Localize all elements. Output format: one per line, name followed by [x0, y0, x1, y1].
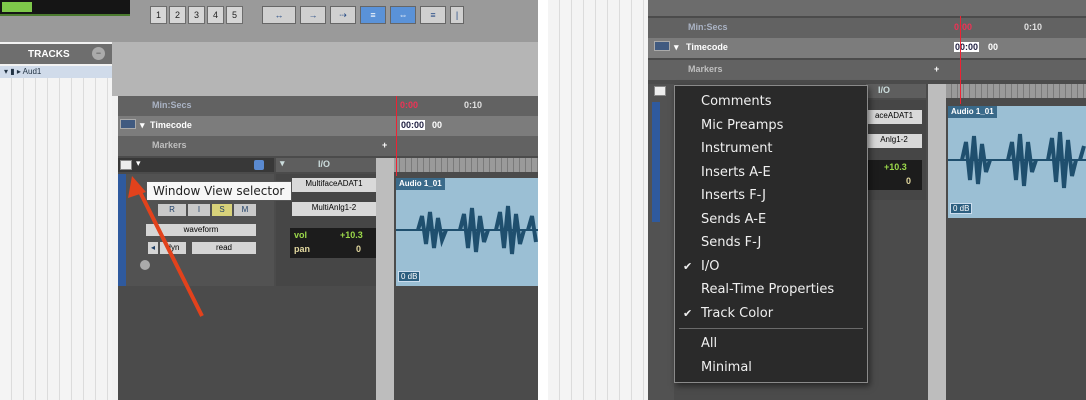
- add-marker-icon[interactable]: +: [934, 64, 939, 74]
- menu-item-sends-a-e[interactable]: Sends A-E: [675, 208, 867, 232]
- ruler-tick-0: 0:00: [954, 22, 973, 32]
- timecode-ruler-label: Timecode: [686, 42, 728, 52]
- input-selector[interactable]: aceADAT1: [866, 110, 922, 124]
- ruler-expand-icon[interactable]: ▾: [674, 42, 679, 53]
- window-view-menu: Comments Mic Preamps Instrument Inserts …: [674, 85, 868, 383]
- menu-separator: [679, 328, 863, 329]
- track-color-strip: [652, 102, 660, 222]
- menu-check-icon: ✔: [683, 259, 693, 273]
- volume-value[interactable]: +10.3: [884, 162, 907, 172]
- timecode-ruler: ▾ Timecode 00:00 00: [648, 38, 1086, 58]
- pan-value[interactable]: 0: [906, 176, 911, 186]
- timeline-grid-header: [946, 84, 1086, 98]
- io-column-header: I/O: [866, 84, 926, 98]
- menu-item-minimal[interactable]: Minimal: [675, 356, 867, 380]
- ruler-tick-10: 0:10: [1024, 22, 1043, 32]
- annotation-arrow-icon: [128, 176, 204, 317]
- track-controls: [648, 84, 674, 400]
- min-secs-ruler: Min:Secs 0:00 0:10: [648, 18, 1086, 38]
- toolbar-strip: [648, 0, 1086, 16]
- menu-item-sends-f-j[interactable]: Sends F-J: [675, 231, 867, 255]
- window-view-selector-icon[interactable]: [654, 86, 666, 96]
- playhead-line: [960, 16, 961, 104]
- audio-clip[interactable]: Audio 1_01 0 dB: [948, 106, 1086, 218]
- output-selector[interactable]: Anlg1-2: [866, 134, 922, 148]
- menu-item-track-color[interactable]: ✔ Track Color: [675, 302, 867, 326]
- right-screenshot-panel: Min:Secs 0:00 0:10 ▾ Timecode 00:00 00 M…: [548, 0, 1086, 400]
- left-screenshot-panel: 1 2 3 4 5 ↔ → ⇢ ≡ ⇔ ≡ | TRACKS − ▾ ▮ ▸ A…: [0, 0, 538, 400]
- audio-waveform: [948, 131, 1086, 189]
- menu-item-all[interactable]: All: [675, 332, 867, 356]
- menu-check-icon: ✔: [683, 306, 693, 320]
- io-column-label: I/O: [878, 85, 891, 95]
- menu-item-inserts-a-e[interactable]: Inserts A-E: [675, 161, 867, 185]
- ruler-view-icon[interactable]: [654, 41, 670, 51]
- menu-item-real-time-properties[interactable]: Real-Time Properties: [675, 278, 867, 302]
- clip-gain-badge[interactable]: 0 dB: [950, 203, 973, 214]
- markers-ruler-label: Markers: [688, 64, 723, 74]
- menu-item-comments[interactable]: Comments: [675, 90, 867, 114]
- menu-item-inserts-f-j[interactable]: Inserts F-J: [675, 184, 867, 208]
- io-section: aceADAT1 Anlg1-2 +10.3 0: [866, 100, 926, 200]
- vol-pan-readout: +10.3 0: [866, 160, 922, 190]
- timecode-suffix: 00: [988, 42, 999, 52]
- tracks-list-area: [548, 0, 648, 400]
- markers-ruler: Markers +: [648, 60, 1086, 80]
- menu-item-io[interactable]: ✔ I/O: [675, 255, 867, 279]
- io-column-scrollbar[interactable]: [928, 84, 946, 400]
- menu-item-mic-preamps[interactable]: Mic Preamps: [675, 114, 867, 138]
- menu-item-instrument[interactable]: Instrument: [675, 137, 867, 161]
- min-secs-ruler-label: Min:Secs: [688, 22, 728, 32]
- timecode-value: 00:00: [954, 42, 980, 52]
